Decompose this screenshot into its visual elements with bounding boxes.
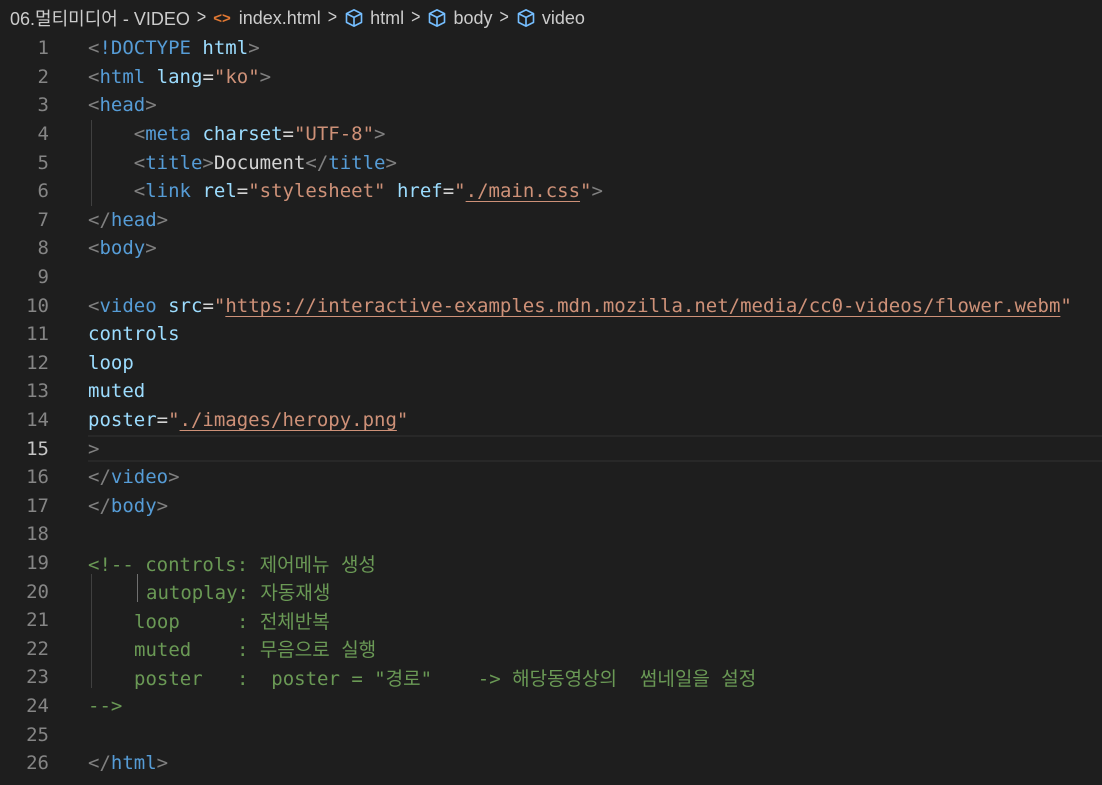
- code-editor[interactable]: 1 <!DOCTYPE html> 2 <html lang="ko"> 3 <…: [0, 34, 1102, 785]
- code-line[interactable]: 11 controls: [0, 320, 1102, 349]
- code-line[interactable]: 3 <head>: [0, 91, 1102, 120]
- code-line[interactable]: 23 poster : poster = "경로" -> 해당동영상의 썸네일을…: [0, 663, 1102, 692]
- code-line[interactable]: 12 loop: [0, 349, 1102, 378]
- code-text: <title>Document</title>: [133, 151, 397, 174]
- line-number: 18: [26, 523, 49, 546]
- code-line[interactable]: 8 <body>: [0, 234, 1102, 263]
- code-line[interactable]: 5 <title>Document</title>: [0, 148, 1102, 177]
- code-text: <video src="https://interactive-examples…: [88, 294, 1072, 317]
- code-text: <!DOCTYPE html>: [88, 37, 260, 60]
- code-line[interactable]: 10 <video src="https://interactive-examp…: [0, 291, 1102, 320]
- code-text: </head>: [88, 208, 169, 231]
- line-number: 7: [37, 208, 49, 231]
- breadcrumb: 06.멀티미디어 - VIDEO > <> index.html > html …: [0, 0, 1102, 36]
- code-text: </html>: [88, 752, 169, 775]
- breadcrumb-symbol-html[interactable]: html: [344, 8, 404, 29]
- code-line[interactable]: 18: [0, 520, 1102, 549]
- code-line[interactable]: 6 <link rel="stylesheet" href="./main.cs…: [0, 177, 1102, 206]
- line-number: 16: [26, 466, 49, 489]
- line-number: 14: [26, 409, 49, 432]
- line-number: 9: [37, 266, 49, 289]
- comment-text: loop : 전체반복: [134, 610, 330, 633]
- line-number: 19: [26, 552, 49, 575]
- code-text: <link rel="stylesheet" href="./main.css"…: [133, 180, 603, 203]
- line-number: 24: [26, 695, 49, 718]
- code-text: >: [88, 437, 100, 460]
- line-number: 17: [26, 494, 49, 517]
- line-number: 13: [26, 380, 49, 403]
- comment-text: -->: [88, 695, 123, 718]
- code-line[interactable]: 26 </html>: [0, 749, 1102, 778]
- css-link[interactable]: ./main.css: [466, 180, 580, 202]
- breadcrumb-symbol-body[interactable]: body: [427, 8, 493, 29]
- line-number: 22: [26, 637, 49, 660]
- code-line[interactable]: 17 </body>: [0, 492, 1102, 521]
- code-text: controls: [88, 323, 180, 346]
- code-line[interactable]: 7 </head>: [0, 206, 1102, 235]
- code-line[interactable]: 4 <meta charset="UTF-8">: [0, 120, 1102, 149]
- comment-text: poster : poster = "경로" -> 해당동영상의 썸네일을 설정: [134, 667, 757, 690]
- line-number: 4: [37, 123, 49, 146]
- line-number: 1: [37, 37, 49, 60]
- line-number: 10: [26, 294, 49, 317]
- code-line[interactable]: 14 poster="./images/heropy.png": [0, 406, 1102, 435]
- code-line[interactable]: 1 <!DOCTYPE html>: [0, 34, 1102, 63]
- code-line-current[interactable]: 15 >: [0, 434, 1102, 463]
- breadcrumb-folder[interactable]: 06.멀티미디어 - VIDEO: [10, 5, 190, 31]
- code-text: <html lang="ko">: [88, 65, 272, 88]
- chevron-right-icon: >: [499, 7, 509, 28]
- comment-text: autoplay: 자동재생: [146, 582, 331, 605]
- line-number: 25: [26, 723, 49, 746]
- breadcrumb-file[interactable]: <> index.html: [213, 8, 321, 29]
- line-number: 6: [37, 180, 49, 203]
- code-text: <meta charset="UTF-8">: [133, 123, 386, 146]
- line-number: 23: [26, 666, 49, 689]
- code-text: <head>: [88, 94, 157, 117]
- code-line[interactable]: 19 <!-- controls: 제어메뉴 생성: [0, 549, 1102, 578]
- code-line[interactable]: 13 muted: [0, 377, 1102, 406]
- line-number: 20: [26, 580, 49, 603]
- code-text: poster="./images/heropy.png": [88, 409, 409, 432]
- chevron-right-icon: >: [411, 7, 421, 28]
- line-number: 26: [26, 752, 49, 775]
- line-number: 11: [26, 323, 49, 346]
- code-line[interactable]: 25: [0, 720, 1102, 749]
- code-text: muted: [88, 380, 146, 403]
- cube-icon: [345, 9, 363, 27]
- chevron-right-icon: >: [327, 7, 338, 28]
- code-text: loop: [88, 351, 134, 374]
- cube-icon: [517, 9, 535, 27]
- line-number: 2: [37, 65, 49, 88]
- line-number: 5: [37, 151, 49, 174]
- chevron-right-icon: >: [196, 7, 207, 28]
- html-file-icon: <>: [213, 9, 231, 27]
- comment-text: <!-- controls: 제어메뉴 생성: [88, 553, 376, 576]
- cube-icon: [429, 9, 446, 27]
- code-text: <body>: [88, 237, 157, 260]
- code-line[interactable]: 21 loop : 전체반복: [0, 606, 1102, 635]
- code-line[interactable]: 20 autoplay: 자동재생: [0, 577, 1102, 606]
- comment-text: muted : 무음으로 실행: [134, 639, 377, 662]
- code-text: </body>: [88, 494, 169, 517]
- line-number: 3: [37, 94, 49, 117]
- poster-path-link[interactable]: ./images/heropy.png: [180, 409, 397, 431]
- line-number: 15: [26, 437, 49, 460]
- code-line[interactable]: 22 muted : 무음으로 실행: [0, 635, 1102, 664]
- line-number: 12: [26, 351, 49, 374]
- code-line[interactable]: 16 </video>: [0, 463, 1102, 492]
- video-url-link[interactable]: https://interactive-examples.mdn.mozilla…: [225, 295, 1060, 317]
- breadcrumb-symbol-video[interactable]: video: [516, 8, 585, 29]
- code-line[interactable]: 24 -->: [0, 692, 1102, 721]
- code-line[interactable]: 2 <html lang="ko">: [0, 63, 1102, 92]
- line-number: 21: [26, 609, 49, 632]
- line-number: 8: [37, 237, 49, 260]
- code-line[interactable]: 9: [0, 263, 1102, 292]
- code-text: </video>: [88, 466, 180, 489]
